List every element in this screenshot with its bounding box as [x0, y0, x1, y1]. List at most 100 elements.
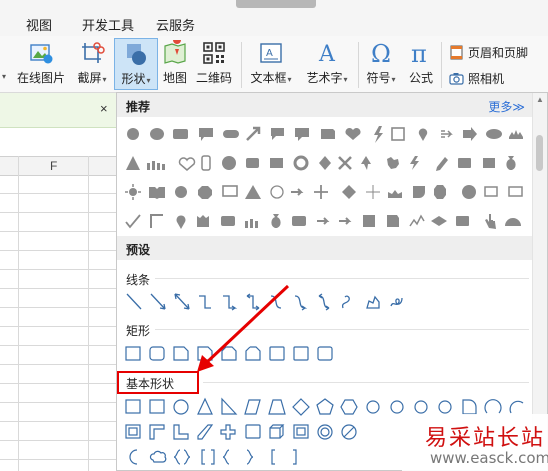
shape-monitor[interactable]: [222, 185, 238, 197]
right-bracket-shape[interactable]: [293, 449, 297, 465]
shape-question-circle[interactable]: [462, 185, 476, 199]
textbox-button[interactable]: A 文本框▾: [246, 38, 296, 90]
shape-lightning-2[interactable]: [410, 156, 419, 170]
line-straight[interactable]: [126, 293, 142, 310]
isosceles-triangle-shape[interactable]: [197, 397, 213, 415]
caret-icon[interactable]: ▾: [2, 72, 6, 81]
shape-quarter-round[interactable]: [413, 186, 425, 198]
shape-globe[interactable]: [222, 156, 236, 170]
l-shape[interactable]: [173, 424, 189, 440]
shape-chart-area[interactable]: [388, 190, 402, 198]
spreadsheet-grid[interactable]: F: [0, 128, 116, 471]
scroll-up-icon[interactable]: ▲: [536, 95, 544, 104]
shape-arrow-right-3[interactable]: [339, 217, 352, 225]
round-single-corner-rect[interactable]: [269, 346, 285, 361]
plaque-shape[interactable]: [245, 424, 261, 439]
shape-heart[interactable]: [345, 127, 361, 140]
snip-corner-rect[interactable]: [173, 346, 189, 361]
diamond-shape[interactable]: [292, 398, 310, 416]
shape-mobile-phone[interactable]: [201, 155, 211, 171]
shape-oval[interactable]: [150, 128, 164, 140]
shape-plus[interactable]: [314, 185, 328, 199]
shape-rect-4[interactable]: [458, 158, 471, 168]
user-avatar[interactable]: [236, 0, 316, 8]
vertical-textbox-shape[interactable]: [149, 399, 165, 414]
shape-laptop-2[interactable]: [508, 186, 523, 197]
shape-money-bag[interactable]: [506, 156, 516, 170]
tab-cloud[interactable]: 云服务: [156, 15, 195, 34]
shape-donut[interactable]: [293, 155, 309, 171]
shape-person[interactable]: [361, 156, 371, 170]
line-scribble[interactable]: [390, 297, 403, 307]
parallelogram-shape[interactable]: [244, 399, 261, 415]
shape-lightning[interactable]: [374, 126, 383, 143]
shape-fast-forward-arrow[interactable]: [441, 130, 453, 138]
snip-diagonal-rect[interactable]: [221, 346, 237, 361]
shape-hand-pointer[interactable]: [485, 214, 496, 229]
shape-rounded-rect[interactable]: [173, 129, 188, 139]
left-brace-shape[interactable]: [222, 449, 230, 465]
pentagon-shape[interactable]: [316, 398, 334, 415]
shape-pencil[interactable]: [436, 157, 448, 171]
pie-shape[interactable]: [462, 399, 477, 415]
round-same-side-rect[interactable]: [293, 346, 309, 361]
shape-rect-2[interactable]: [246, 158, 259, 168]
camera-button[interactable]: 照相机: [449, 70, 504, 90]
shape-ellipse[interactable]: [127, 128, 139, 140]
shape-corner-line[interactable]: [150, 214, 163, 228]
shape-diamond-2[interactable]: [342, 185, 356, 199]
shape-flat-ellipse[interactable]: [486, 129, 502, 139]
connector-elbow[interactable]: [199, 295, 211, 309]
shape-check-mark[interactable]: [125, 214, 141, 229]
arc-shape[interactable]: [509, 400, 524, 414]
qrcode-button[interactable]: 二维码: [194, 38, 234, 90]
cube-shape[interactable]: [269, 424, 285, 439]
trapezoid-shape[interactable]: [268, 399, 286, 415]
shape-line-chart[interactable]: [409, 214, 425, 227]
shape-tiled-image[interactable]: [197, 215, 209, 227]
diagonal-stripe-shape[interactable]: [197, 424, 214, 440]
shape-rect-3[interactable]: [270, 158, 283, 168]
wordart-button[interactable]: A 艺术字▾: [300, 38, 354, 90]
connector-curved-double[interactable]: [318, 293, 330, 311]
shape-rect-5[interactable]: [483, 158, 495, 168]
hexagon-shape[interactable]: [340, 399, 358, 415]
shape-folded-corner[interactable]: [321, 129, 335, 139]
decagon-shape[interactable]: [414, 400, 428, 414]
shape-hexagon[interactable]: [434, 185, 446, 199]
shape-thin-plus[interactable]: [366, 185, 380, 199]
shape-pin-2[interactable]: [176, 215, 186, 229]
chord-shape[interactable]: [484, 399, 502, 414]
textbox-shape[interactable]: [125, 399, 141, 414]
column-header-f[interactable]: F: [50, 159, 57, 173]
shape-block-arrow[interactable]: [463, 127, 477, 141]
oval-shape[interactable]: [173, 399, 189, 415]
line-freeform[interactable]: [366, 295, 380, 309]
octagon-shape[interactable]: [390, 400, 404, 414]
shape-pill[interactable]: [223, 130, 239, 138]
symbol-button[interactable]: Ω 符号▾: [362, 38, 400, 90]
shape-circle-outline[interactable]: [270, 185, 284, 199]
shape-people[interactable]: [245, 219, 258, 228]
shape-speech-bubble[interactable]: [271, 128, 284, 140]
shape-triangle[interactable]: [126, 156, 140, 170]
rect-shape[interactable]: [125, 346, 141, 361]
online-picture-button[interactable]: 在线图片: [14, 38, 68, 90]
shape-document[interactable]: [387, 215, 399, 227]
snip-two-corner-rect[interactable]: [197, 346, 213, 361]
shape-map-region[interactable]: [387, 157, 399, 169]
double-brace-shape[interactable]: [173, 449, 191, 465]
moon-shape[interactable]: [129, 449, 138, 465]
rounded-rect-shape[interactable]: [149, 346, 165, 361]
round-diagonal-rect[interactable]: [317, 346, 333, 361]
shape-laptop[interactable]: [484, 186, 498, 197]
shape-heart-outline[interactable]: [178, 157, 196, 171]
shape-sun[interactable]: [129, 188, 137, 196]
shape-octagon[interactable]: [198, 186, 212, 199]
shape-circle[interactable]: [175, 186, 187, 198]
shape-people-group[interactable]: [147, 161, 165, 170]
donut-shape[interactable]: [317, 424, 333, 440]
shape-diamond[interactable]: [319, 156, 331, 170]
scroll-thumb[interactable]: [536, 135, 543, 171]
shape-half-dome[interactable]: [505, 218, 521, 226]
